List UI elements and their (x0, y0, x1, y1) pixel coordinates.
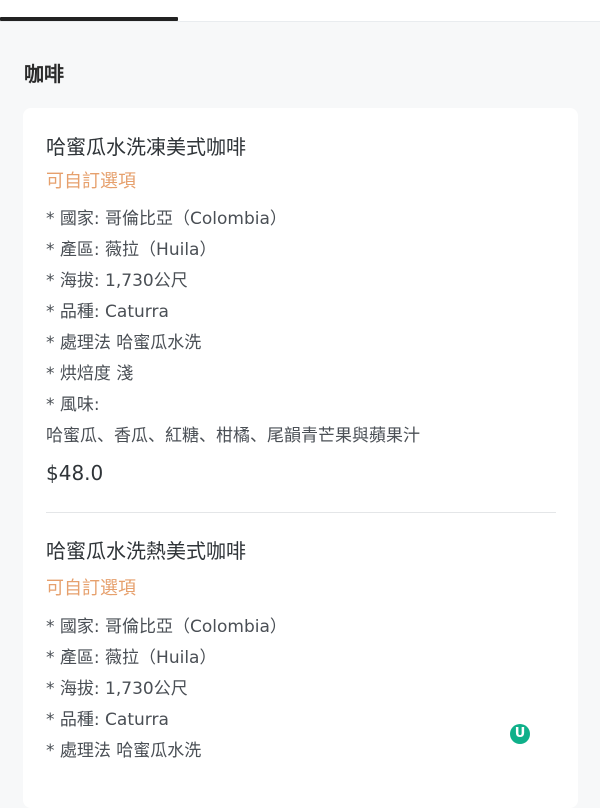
description-line: * 處理法 哈蜜瓜水洗 (46, 333, 202, 353)
item-name[interactable]: 哈蜜瓜水洗熱美式咖啡 (46, 536, 246, 566)
menu-card: 哈蜜瓜水洗凍美式咖啡 可自訂選項 * 國家: 哥倫比亞（Colombia） * … (23, 108, 578, 808)
description-line: * 處理法 哈蜜瓜水洗 (46, 741, 202, 761)
customizable-option-label[interactable]: 可自訂選項 (46, 168, 136, 196)
description-line: * 產區: 薇拉（Huila） (46, 648, 217, 668)
item-price: $48.0 (46, 461, 104, 485)
category-tabbar (0, 0, 600, 22)
item-divider (46, 512, 556, 513)
tab-next[interactable] (190, 0, 368, 17)
brand-logo-icon: U (510, 724, 530, 744)
customizable-option-label[interactable]: 可自訂選項 (46, 575, 136, 603)
item-name[interactable]: 哈蜜瓜水洗凍美式咖啡 (46, 132, 246, 162)
section-title: 咖啡 (24, 62, 64, 86)
tab-coffee[interactable] (0, 0, 178, 17)
description-line: * 海拔: 1,730公尺 (46, 679, 188, 699)
description-line: * 國家: 哥倫比亞（Colombia） (46, 617, 287, 637)
description-line: * 風味: (46, 395, 100, 415)
description-line: 哈蜜瓜、香瓜、紅糖、柑橘、尾韻青芒果與蘋果汁 (46, 426, 420, 446)
description-line: * 品種: Caturra (46, 302, 169, 322)
description-line: * 海拔: 1,730公尺 (46, 271, 188, 291)
description-line: * 烘焙度 淺 (46, 364, 134, 384)
description-line: * 產區: 薇拉（Huila） (46, 240, 217, 260)
description-line: * 品種: Caturra (46, 710, 169, 730)
active-tab-indicator (0, 17, 178, 21)
description-line: * 國家: 哥倫比亞（Colombia） (46, 209, 287, 229)
